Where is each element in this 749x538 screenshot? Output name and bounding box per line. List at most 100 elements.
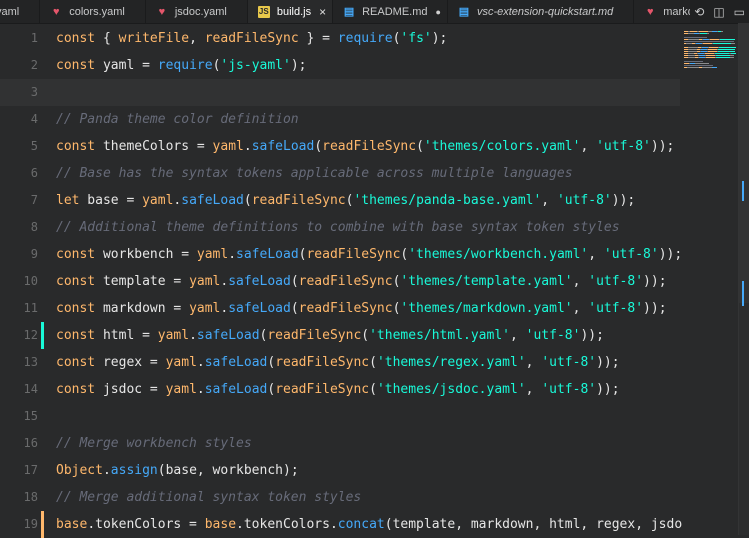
split-editor-icon[interactable]: ◫ xyxy=(713,5,724,19)
code-token: const xyxy=(56,355,96,370)
code-token: )); xyxy=(643,301,667,316)
code-token: const xyxy=(56,58,96,73)
code-line[interactable]: 17 Object.assign(base, workbench); xyxy=(0,457,680,484)
code-token: 'themes/html.yaml' xyxy=(369,328,510,343)
code-token: safeLoad xyxy=(251,139,315,154)
code-line[interactable]: 10 const template = yaml.safeLoad(readFil… xyxy=(0,268,680,295)
minimap-token xyxy=(720,39,735,40)
minimap-token xyxy=(713,43,731,44)
tab-yaml[interactable]: yaml xyxy=(0,0,41,23)
code-token: 'utf-8' xyxy=(588,274,644,289)
minimap-token xyxy=(733,43,735,44)
code-line[interactable]: 7 let base = yaml.safeLoad(readFileSync('… xyxy=(0,187,680,214)
minimap[interactable] xyxy=(680,23,738,535)
code-line[interactable]: 11 const markdown = yaml.safeLoad(readFil… xyxy=(0,295,680,322)
code-token: , xyxy=(580,139,597,154)
git-change-marker[interactable] xyxy=(41,322,44,349)
code-token: , xyxy=(541,193,557,208)
code-token: 'themes/jsdoc.yaml' xyxy=(376,382,526,397)
code-line[interactable]: 12 const html = yaml.safeLoad (readFileSyn… xyxy=(0,322,680,349)
line-number: 7 xyxy=(30,193,38,207)
code-token: tokenColors. xyxy=(243,517,338,532)
line-number: 4 xyxy=(30,112,38,126)
code-line[interactable]: 2 const yaml = require('js-yaml'); xyxy=(0,52,680,79)
code-token: readFileSync xyxy=(306,247,401,262)
code-line[interactable]: 1 const { writeFile, readFileSync } = req… xyxy=(0,25,680,52)
code-token: . xyxy=(196,382,205,397)
tab-vsc-extension-quickstart-md[interactable]: ▤ vsc-extension-quickstart.md xyxy=(447,0,635,23)
minimap-token xyxy=(710,39,719,40)
code-token: 'utf-8' xyxy=(603,247,659,262)
code-editor[interactable]: 1 const { writeFile, readFileSync } = req… xyxy=(0,23,682,538)
minimap-token xyxy=(706,55,715,56)
tab-label: build.js xyxy=(276,5,312,18)
code-line[interactable]: 8 // Additional theme definitions to comb… xyxy=(0,214,680,241)
code-token: 'themes/markdown.yaml' xyxy=(400,301,573,316)
code-token: // Panda theme color definition xyxy=(56,112,299,127)
code-token: . xyxy=(228,247,237,262)
tab-build-js[interactable]: JS build.js × xyxy=(247,0,334,23)
code-token: safeLoad xyxy=(204,382,268,397)
code-token: ( xyxy=(290,274,299,289)
git-change-marker[interactable] xyxy=(41,511,44,538)
code-line[interactable]: 15 xyxy=(0,403,680,430)
code-token: const xyxy=(56,274,96,289)
code-line[interactable]: 6 // Base has the syntax tokens applicabl… xyxy=(0,160,680,187)
open-changes-icon[interactable]: ⟲ xyxy=(694,5,704,19)
code-line[interactable]: 19 base.tokenColors = base.tokenColors.co… xyxy=(0,511,682,538)
code-line[interactable]: 14 const jsdoc = yaml.safeLoad(readFileSy… xyxy=(0,376,680,403)
code-token: )); xyxy=(643,274,667,289)
code-token: , xyxy=(510,328,526,343)
unsaved-dot-icon[interactable]: ● xyxy=(436,7,441,17)
code-token: require xyxy=(337,31,393,46)
code-token: yaml xyxy=(196,247,229,262)
code-token: 'utf-8' xyxy=(596,139,651,154)
code-token: safeLoad xyxy=(236,247,299,262)
code-token: ); xyxy=(290,58,307,73)
code-line[interactable]: 5 const themeColors = yaml.safeLoad(readF… xyxy=(0,133,680,160)
toggle-panel-icon[interactable]: ▭ xyxy=(734,5,745,19)
code-token: workbench = xyxy=(95,247,197,262)
vertical-scrollbar[interactable] xyxy=(738,23,749,535)
code-token: safeLoad xyxy=(181,193,244,208)
code-token: yaml xyxy=(212,139,244,154)
code-line[interactable]: 9 const workbench = yaml.safeLoad(readFil… xyxy=(0,241,682,268)
minimap-token xyxy=(703,43,712,44)
code-text: // Merge additional syntax token styles xyxy=(56,484,361,511)
tab-label: README.md xyxy=(362,5,428,18)
code-token: themeColors = xyxy=(95,139,213,154)
code-token: yaml xyxy=(165,355,197,370)
code-token: ( xyxy=(369,355,377,370)
code-token: yaml xyxy=(157,328,190,343)
close-icon[interactable]: × xyxy=(319,5,326,19)
code-line[interactable]: 4 // Panda theme color definition xyxy=(0,106,680,133)
code-token: ( xyxy=(267,382,276,397)
code-token: . xyxy=(189,328,197,343)
code-text: // Additional theme definitions to combi… xyxy=(56,214,620,241)
code-token: safeLoad xyxy=(196,328,260,343)
code-token: } = xyxy=(298,31,338,46)
minimap-token xyxy=(732,55,734,56)
tab-colors-yaml[interactable]: ♥ colors.yaml xyxy=(40,0,146,23)
line-number: 18 xyxy=(23,490,38,504)
code-token: safeLoad xyxy=(204,355,268,370)
tab-jsdoc-yaml[interactable]: ♥ jsdoc.yaml xyxy=(145,0,248,23)
code-token: ( xyxy=(416,139,424,154)
code-token: , xyxy=(189,31,205,46)
code-text: // Base has the syntax tokens applicable… xyxy=(56,160,573,187)
minimap-token xyxy=(712,67,717,68)
code-line[interactable]: 3 xyxy=(0,79,680,106)
code-token: , xyxy=(572,274,589,289)
scrollbar-slider[interactable] xyxy=(739,23,749,303)
code-token: (base, workbench); xyxy=(157,463,299,478)
line-number: 11 xyxy=(23,301,38,315)
code-text: const html = yaml.safeLoad(readFileSync(… xyxy=(56,322,604,349)
minimap-token xyxy=(708,51,717,52)
code-token: . xyxy=(196,355,205,370)
code-token: const xyxy=(56,247,96,262)
code-line[interactable]: 16 // Merge workbench styles xyxy=(0,430,680,457)
code-line[interactable]: 18 // Merge additional syntax token style… xyxy=(0,484,680,511)
tab-readme-md[interactable]: ▤ README.md ● xyxy=(333,0,448,23)
code-line[interactable]: 13 const regex = yaml.safeLoad(readFileSy… xyxy=(0,349,680,376)
minimap-token xyxy=(721,31,723,32)
